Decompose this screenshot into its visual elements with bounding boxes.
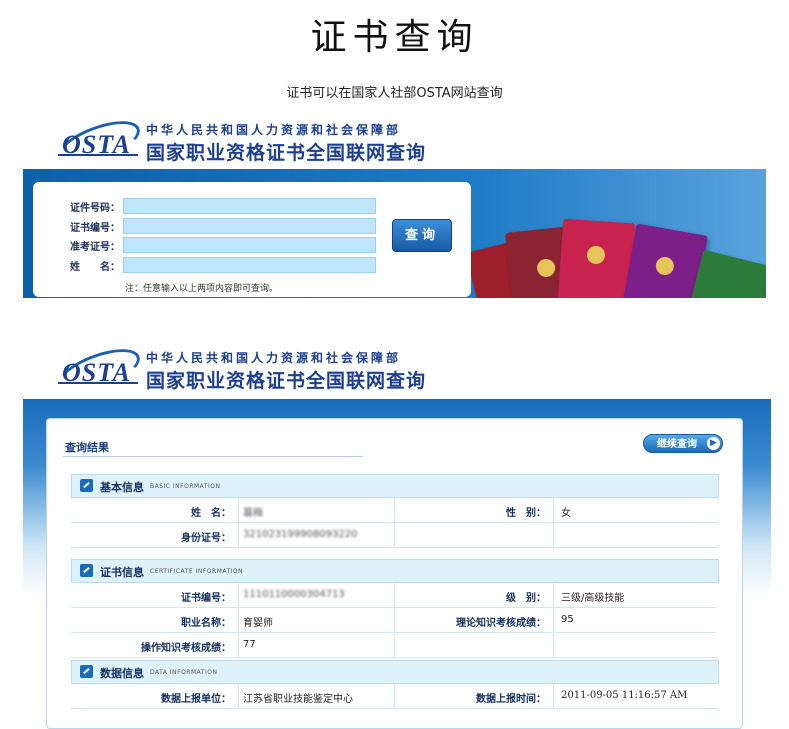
pen-icon [80, 479, 93, 492]
logo-rule [58, 154, 138, 156]
cert-number-input[interactable] [123, 218, 376, 234]
name-input[interactable] [123, 257, 376, 273]
theory-score-label: 理论知识考核成绩： [456, 618, 546, 629]
cert-number-label: 证书编号： [70, 223, 120, 234]
ministry-name: 中华人民共和国人力资源和社会保障部 [146, 351, 402, 365]
heading-divider [63, 456, 363, 457]
osta-header-result: OSTA 中华人民共和国人力资源和社会保障部 国家职业资格证书全国联网查询 [50, 340, 450, 402]
ministry-name: 中华人民共和国人力资源和社会保障部 [146, 123, 402, 137]
report-unit-label: 数据上报单位： [161, 694, 231, 705]
occupation-value: 育婴师 [243, 618, 273, 629]
osta-header-top: OSTA 中华人民共和国人力资源和社会保障部 国家职业资格证书全国联网查询 [50, 112, 450, 174]
id-label: 身份证号： [181, 533, 231, 544]
divider [394, 583, 395, 607]
table-row: 姓 名： 葛梅 性 别： 女 [71, 498, 717, 523]
divider [394, 633, 395, 657]
name-value: 葛梅 [243, 508, 263, 519]
arrow-right-icon: ▶ [707, 437, 720, 450]
divider [553, 608, 554, 632]
level-label: 级 别： [506, 593, 546, 604]
divider [238, 633, 239, 657]
divider [553, 498, 554, 522]
report-time-label: 数据上报时间： [476, 694, 546, 705]
gender-value: 女 [561, 508, 571, 519]
section-subtitle: DATA INFORMATION [150, 669, 218, 676]
divider [394, 608, 395, 632]
section-title: 证书信息 [100, 566, 144, 579]
table-row: 职业名称： 育婴师 理论知识考核成绩： 95 [71, 608, 717, 633]
logo-rule [58, 382, 138, 384]
occupation-label: 职业名称： [181, 618, 231, 629]
site-title: 国家职业资格证书全国联网查询 [146, 370, 427, 392]
emblem-icon [586, 245, 606, 265]
table-row: 证书编号： 1110110000304713 级 别： 三级/高级技能 [71, 583, 717, 608]
continue-query-button[interactable]: 继续查询 ▶ [643, 434, 723, 453]
practice-score-label: 操作知识考核成绩： [141, 643, 231, 654]
divider [394, 523, 395, 547]
id-number-input[interactable] [123, 198, 376, 214]
section-certificate-info: 证书信息 CERTIFICATE INFORMATION [71, 559, 719, 583]
divider [238, 583, 239, 607]
pen-icon [80, 665, 93, 678]
table-row: 操作知识考核成绩： 77 [71, 633, 717, 658]
search-note: 注：任意输入以上两项内容即可查询。 [125, 284, 279, 294]
divider [238, 523, 239, 547]
theory-score-value: 95 [561, 614, 574, 625]
emblem-icon [536, 258, 556, 278]
name-label: 姓 名： [191, 508, 231, 519]
table-row: 身份证号： 321023199908093220 [71, 523, 717, 548]
divider [238, 498, 239, 522]
report-time-value: 2011-09-05 11:16:57 AM [561, 690, 688, 701]
table-row: 数据上报单位： 江苏省职业技能鉴定中心 数据上报时间： 2011-09-05 1… [71, 684, 717, 709]
pen-icon [80, 564, 93, 577]
level-value: 三级/高级技能 [561, 593, 625, 604]
pink-certificate-book [556, 218, 636, 298]
divider [553, 684, 554, 708]
section-data-info: 数据信息 DATA INFORMATION [71, 660, 719, 684]
report-unit-value: 江苏省职业技能鉴定中心 [243, 694, 353, 705]
exam-number-input[interactable] [123, 237, 376, 253]
page-title: 证书查询 [310, 17, 479, 58]
divider [394, 498, 395, 522]
exam-number-label: 准考证号： [70, 242, 120, 253]
cert-no-label: 证书编号： [181, 593, 231, 604]
result-heading: 查询结果 [65, 441, 109, 454]
continue-query-label: 继续查询 [657, 439, 697, 450]
page-subtitle: 证书可以在国家人社部OSTA网站查询 [286, 86, 503, 101]
section-title: 基本信息 [100, 481, 144, 494]
divider [553, 633, 554, 657]
name-label: 姓 名： [70, 262, 120, 273]
id-number-label: 证件号码： [70, 203, 120, 214]
emblem-icon [654, 255, 676, 277]
section-title: 数据信息 [100, 667, 144, 680]
section-basic-info: 基本信息 BASIC INFORMATION [71, 474, 719, 498]
query-button[interactable]: 查询 [392, 219, 452, 252]
gender-label: 性 别： [506, 508, 546, 519]
section-subtitle: BASIC INFORMATION [150, 483, 221, 490]
divider [553, 523, 554, 547]
site-title: 国家职业资格证书全国联网查询 [146, 142, 427, 164]
cert-no-value: 1110110000304713 [243, 589, 345, 600]
id-value: 321023199908093220 [243, 529, 358, 540]
divider [238, 608, 239, 632]
divider [238, 684, 239, 708]
section-subtitle: CERTIFICATE INFORMATION [150, 568, 244, 575]
divider [553, 583, 554, 607]
divider [394, 684, 395, 708]
practice-score-value: 77 [243, 639, 256, 650]
